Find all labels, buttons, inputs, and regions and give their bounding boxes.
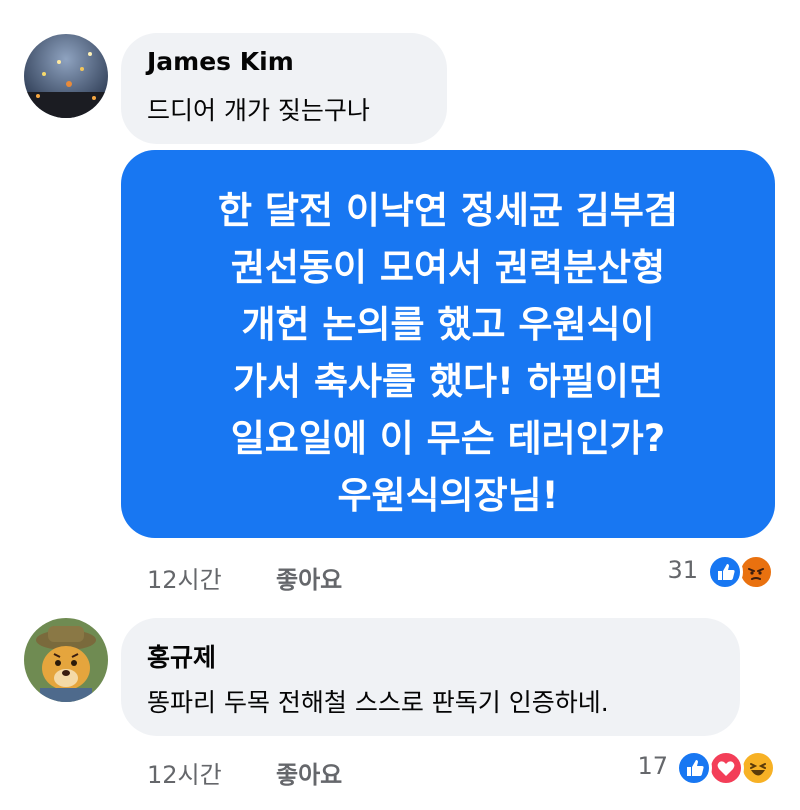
like-link[interactable]: 좋아요 [276, 560, 342, 595]
post-line: 우원식의장님! [337, 474, 559, 517]
comment-text: 똥파리 두목 전해철 스스로 판독기 인증하네. [147, 688, 609, 717]
post-line: 권선동이 모여서 권력분산형 [230, 246, 666, 289]
comment-text: 드디어 개가 짖는구나 [147, 96, 370, 125]
comment-author[interactable]: 홍규제 [147, 638, 216, 674]
post-line: 개헌 논의를 했고 우원식이 [241, 303, 655, 346]
like-reaction-icon [676, 750, 712, 786]
comment-author[interactable]: James Kim [147, 47, 294, 76]
avatar-james-kim[interactable] [24, 34, 108, 118]
comment-timestamp[interactable]: 12시간 [147, 755, 222, 790]
haha-reaction-icon [740, 750, 776, 786]
comment-timestamp[interactable]: 12시간 [147, 560, 222, 595]
post-line: 일요일에 이 무슨 테러인가? [230, 417, 666, 460]
love-reaction-icon [708, 750, 744, 786]
avatar-hong-gyuje[interactable] [24, 618, 108, 702]
reaction-count[interactable]: 31 [650, 556, 698, 584]
like-link[interactable]: 좋아요 [276, 755, 342, 790]
reaction-count[interactable]: 17 [620, 752, 668, 780]
angry-reaction-icon [738, 554, 774, 590]
post-line: 가서 축사를 했다! 하필이면 [233, 360, 663, 403]
post-line: 한 달전 이낙연 정세균 김부겸 [217, 189, 678, 232]
colored-background-post: 한 달전 이낙연 정세균 김부겸 권선동이 모여서 권력분산형 개헌 논의를 했… [121, 150, 775, 538]
like-reaction-icon [707, 554, 743, 590]
